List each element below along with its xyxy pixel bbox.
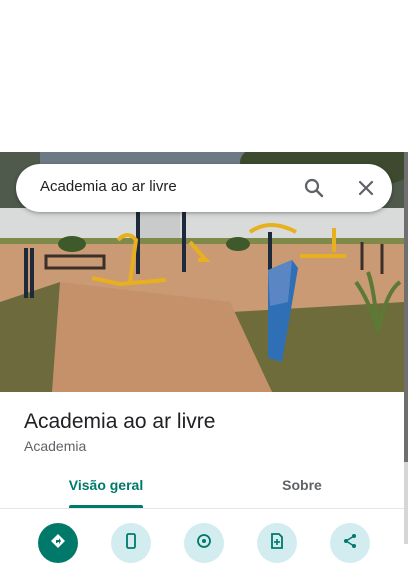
search-input[interactable]: Academia ao ar livre [40, 178, 177, 195]
place-title: Academia ao ar livre [24, 410, 216, 433]
directions-icon [51, 534, 65, 548]
tab-overview[interactable]: Visão geral [36, 468, 176, 508]
place-category: Academia [24, 438, 87, 454]
save-button[interactable] [257, 523, 297, 563]
close-icon[interactable] [354, 176, 378, 200]
phone-icon [126, 533, 136, 549]
save-icon [271, 533, 283, 549]
active-tab-indicator [69, 505, 143, 508]
call-button[interactable] [111, 523, 151, 563]
search-icon[interactable] [302, 176, 326, 200]
search-bar[interactable]: Academia ao ar livre [16, 164, 392, 212]
tab-about[interactable]: Sobre [232, 468, 372, 508]
directions-button[interactable] [38, 523, 78, 563]
tab-bar: Visão geral Sobre [0, 468, 404, 509]
share-icon [344, 534, 356, 548]
location-icon [197, 534, 211, 548]
scrollbar-thumb[interactable] [404, 152, 408, 462]
share-button[interactable] [330, 523, 370, 563]
nearby-button[interactable] [184, 523, 224, 563]
